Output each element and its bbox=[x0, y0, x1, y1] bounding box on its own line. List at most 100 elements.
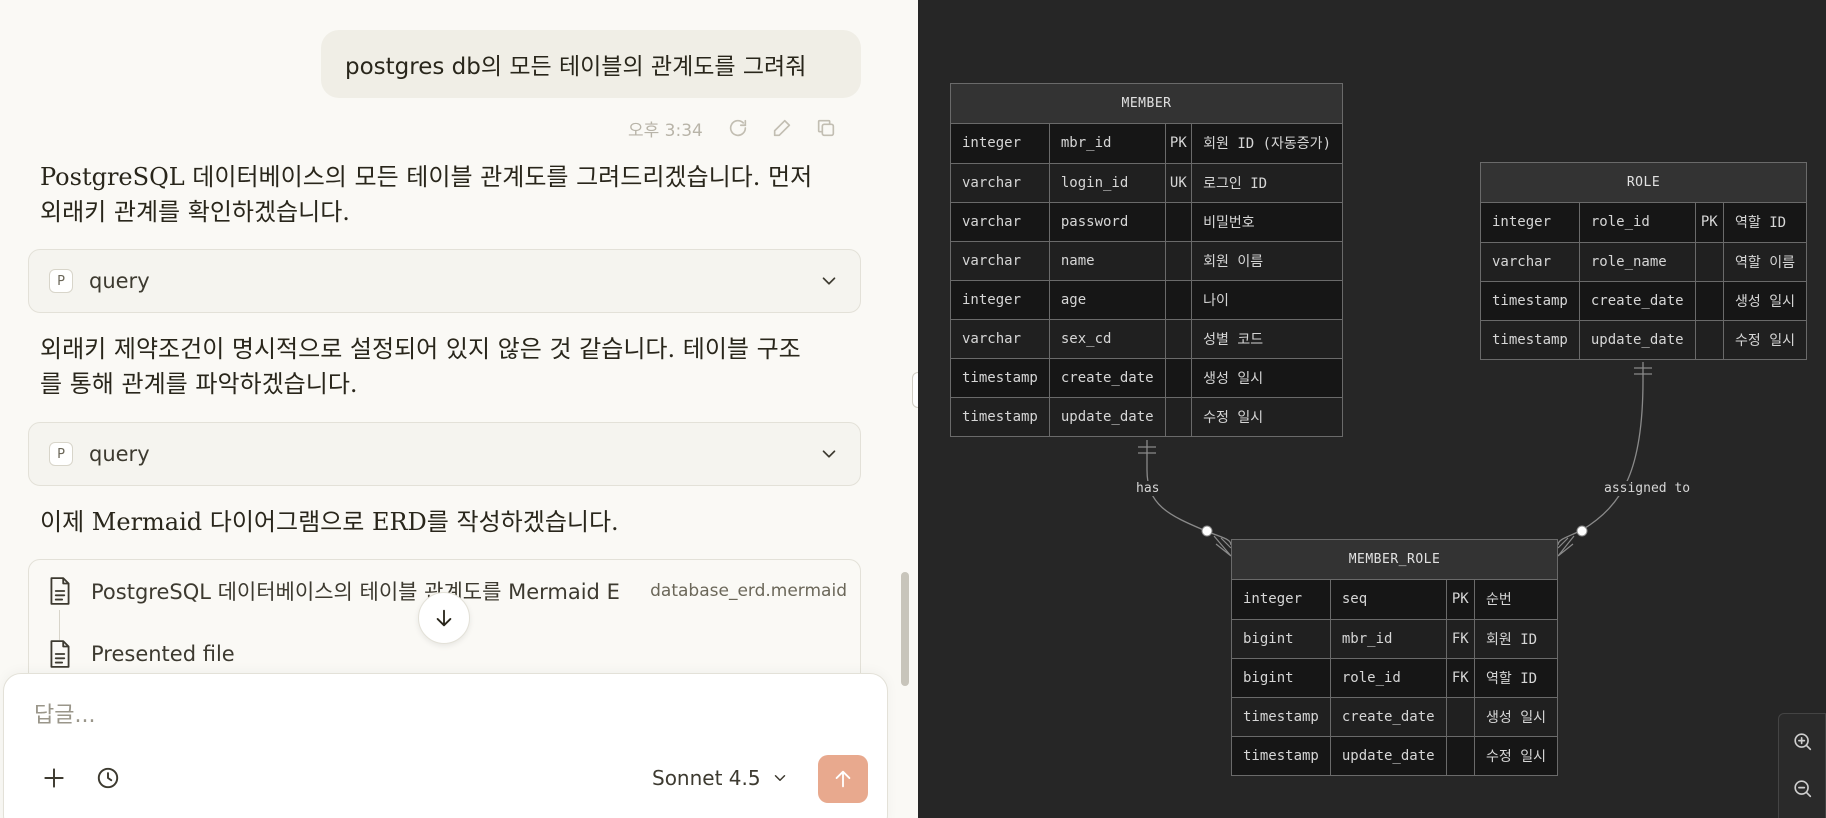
postgres-tool-icon: P bbox=[49, 269, 73, 293]
attr-name: create_date bbox=[1579, 281, 1696, 321]
table-row: bigint mbr_id FK 회원 ID bbox=[1232, 619, 1557, 659]
attr-name: login_id bbox=[1049, 163, 1166, 203]
attr-type: timestamp bbox=[951, 397, 1050, 436]
document-icon bbox=[50, 640, 70, 668]
plus-icon bbox=[44, 768, 64, 788]
table-row: integer mbr_id PK 회원 ID (자동증가) bbox=[951, 124, 1342, 164]
artifact-title: PostgreSQL 데이터베이스의 테이블 관계도를 Mermaid E bbox=[91, 580, 620, 604]
zoom-out-button[interactable] bbox=[1789, 775, 1817, 803]
assistant-reply: 이제 Mermaid 다이어그램으로 ERD를 작성하겠습니다. bbox=[40, 508, 619, 536]
attr-comment: 성별 코드 bbox=[1191, 319, 1342, 359]
attr-comment: 역할 ID bbox=[1474, 658, 1557, 698]
erd-diagram-panel: has assigned to MEMBER integer mbr_id PK 회원… bbox=[918, 0, 1826, 818]
attr-comment: 역할 ID bbox=[1723, 203, 1806, 243]
zoom-in-icon bbox=[1794, 733, 1812, 751]
presented-file-label: Presented file bbox=[91, 642, 235, 666]
attr-key: PK bbox=[1695, 203, 1725, 243]
attr-key: FK bbox=[1446, 619, 1476, 659]
attr-comment: 로그인 ID bbox=[1191, 163, 1342, 203]
assistant-reply: 외래키 제약조건이 명시적으로 설정되어 있지 않은 것 같습니다. 테이블 구… bbox=[40, 335, 801, 398]
attr-key: FK bbox=[1446, 658, 1476, 698]
table-row: varchar password 비밀번호 bbox=[951, 202, 1342, 242]
presented-file-row[interactable]: Presented file bbox=[47, 639, 235, 669]
postgres-tool-icon: P bbox=[49, 442, 73, 466]
table-row: timestamp update_date 수정 일시 bbox=[1481, 320, 1806, 359]
attr-name: password bbox=[1049, 202, 1166, 242]
chevron-down-icon[interactable] bbox=[818, 270, 840, 292]
zoom-out-icon bbox=[1794, 780, 1812, 798]
attr-comment: 회원 ID (자동증가) bbox=[1191, 124, 1342, 164]
attr-type: timestamp bbox=[1481, 281, 1580, 321]
table-row: varchar login_id UK 로그인 ID bbox=[951, 163, 1342, 203]
send-button[interactable] bbox=[818, 755, 868, 803]
table-row: bigint role_id FK 역할 ID bbox=[1232, 658, 1557, 698]
attr-comment: 생성 일시 bbox=[1474, 697, 1557, 737]
chat-panel: postgres db의 모든 테이블의 관계도를 그려줘 오후 3:34 Po… bbox=[0, 0, 918, 818]
table-row: timestamp create_date 생성 일시 bbox=[1481, 281, 1806, 321]
attr-key bbox=[1695, 281, 1725, 321]
attr-name: update_date bbox=[1049, 397, 1166, 436]
tool-call-query[interactable]: P query bbox=[28, 249, 861, 313]
copy-icon[interactable] bbox=[815, 117, 837, 139]
attr-comment: 순번 bbox=[1474, 580, 1557, 620]
history-button[interactable] bbox=[90, 760, 126, 796]
reply-input[interactable] bbox=[34, 698, 834, 732]
attr-name: create_date bbox=[1049, 358, 1166, 398]
attr-name: update_date bbox=[1330, 736, 1447, 775]
attr-name: age bbox=[1049, 280, 1166, 320]
attr-type: timestamp bbox=[951, 358, 1050, 398]
message-actions: 오후 3:34 bbox=[628, 114, 837, 142]
attr-key bbox=[1446, 736, 1476, 775]
attr-type: varchar bbox=[951, 241, 1050, 281]
attr-comment: 회원 ID bbox=[1474, 619, 1557, 659]
attr-type: integer bbox=[951, 124, 1050, 164]
table-row: timestamp create_date 생성 일시 bbox=[1232, 697, 1557, 737]
attr-type: integer bbox=[1232, 580, 1331, 620]
model-name: Sonnet 4.5 bbox=[652, 766, 761, 790]
document-icon bbox=[50, 577, 70, 605]
tool-call-query[interactable]: P query bbox=[28, 422, 861, 486]
scroll-to-bottom-button[interactable] bbox=[418, 592, 470, 644]
attr-type: bigint bbox=[1232, 619, 1331, 659]
attr-comment: 생성 일시 bbox=[1723, 281, 1806, 321]
attr-key bbox=[1695, 320, 1725, 359]
attr-type: integer bbox=[951, 280, 1050, 320]
table-row: varchar role_name 역할 이름 bbox=[1481, 242, 1806, 282]
entity-title: MEMBER bbox=[951, 84, 1342, 124]
artifact-filename: database_erd.mermaid bbox=[650, 581, 847, 601]
relationship-label-has: has bbox=[1134, 481, 1162, 496]
attr-type: varchar bbox=[951, 319, 1050, 359]
add-attachment-button[interactable] bbox=[36, 760, 72, 796]
chat-scrollbar[interactable] bbox=[901, 572, 909, 686]
table-row: varchar name 회원 이름 bbox=[951, 241, 1342, 281]
attr-type: varchar bbox=[1481, 242, 1580, 282]
retry-icon[interactable] bbox=[727, 117, 749, 139]
assistant-reply: PostgreSQL 데이터베이스의 모든 테이블 관계도를 그려드리겠습니다.… bbox=[40, 163, 813, 226]
attr-comment: 수정 일시 bbox=[1191, 397, 1342, 436]
zoom-in-button[interactable] bbox=[1789, 728, 1817, 756]
attr-name: seq bbox=[1330, 580, 1447, 620]
attr-type: integer bbox=[1481, 203, 1580, 243]
message-composer: Sonnet 4.5 bbox=[3, 673, 888, 818]
attr-key bbox=[1695, 242, 1725, 282]
attr-key bbox=[1165, 358, 1193, 398]
attr-name: role_id bbox=[1579, 203, 1696, 243]
chevron-down-icon bbox=[774, 775, 785, 781]
attr-key: PK bbox=[1446, 580, 1476, 620]
tool-call-label: query bbox=[89, 269, 150, 293]
relationship-label-assigned-to: assigned to bbox=[1602, 481, 1693, 496]
entity-member: MEMBER integer mbr_id PK 회원 ID (자동증가) varch… bbox=[950, 83, 1343, 437]
model-selector[interactable]: Sonnet 4.5 bbox=[652, 761, 789, 795]
attr-key bbox=[1165, 397, 1193, 436]
attr-type: timestamp bbox=[1481, 320, 1580, 359]
attr-name: role_id bbox=[1330, 658, 1447, 698]
arrow-up-icon bbox=[835, 770, 851, 788]
attr-type: timestamp bbox=[1232, 736, 1331, 775]
attr-name: mbr_id bbox=[1330, 619, 1447, 659]
table-row: integer age 나이 bbox=[951, 280, 1342, 320]
attr-key bbox=[1446, 697, 1476, 737]
entity-attributes: integer role_id PK 역할 ID varchar role_name 역할… bbox=[1481, 203, 1806, 359]
chevron-down-icon[interactable] bbox=[818, 443, 840, 465]
edit-icon[interactable] bbox=[771, 117, 793, 139]
attr-key bbox=[1165, 241, 1193, 281]
